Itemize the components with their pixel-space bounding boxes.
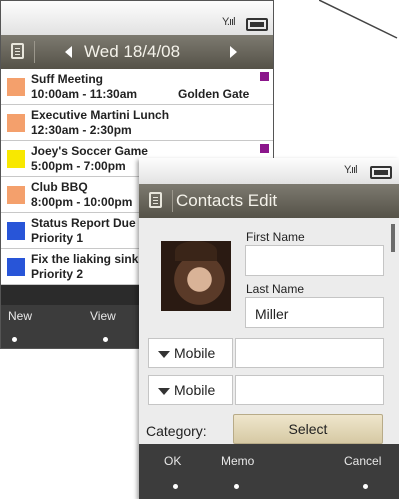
event-title: Club BBQ — [31, 180, 88, 194]
softkey-dot — [363, 484, 368, 489]
task-priority: Priority 2 — [31, 267, 84, 281]
softkey-ok[interactable]: OK — [164, 454, 181, 468]
event-time: 12:30am - 2:30pm — [31, 123, 132, 137]
softkey-cancel[interactable]: Cancel — [344, 454, 381, 468]
menu-doc-icon[interactable] — [149, 192, 162, 208]
event-time: 10:00am - 11:30am — [31, 87, 138, 101]
task-color-swatch — [7, 258, 25, 276]
task-title: Fix the liaking sink — [31, 252, 139, 266]
event-color-swatch — [7, 114, 25, 132]
phone-type-label: Mobile — [174, 382, 216, 398]
phone-type-dropdown[interactable]: Mobile — [148, 338, 233, 368]
signal-icon: Y.ııl — [222, 16, 235, 28]
last-name-label: Last Name — [246, 282, 305, 296]
contacts-softkey-bar: OK Memo Cancel — [139, 444, 399, 499]
status-bar: Y.ııl — [1, 1, 273, 35]
softkey-memo[interactable]: Memo — [221, 454, 254, 468]
softkey-new[interactable]: New — [8, 309, 32, 323]
battery-icon — [370, 166, 392, 179]
next-day-arrow-icon[interactable] — [230, 46, 237, 58]
event-color-swatch — [7, 78, 25, 96]
first-name-field[interactable] — [245, 245, 384, 276]
screen-title: Contacts Edit — [176, 191, 278, 210]
scrollbar[interactable] — [391, 224, 395, 252]
contacts-nav-bar: Contacts Edit — [139, 184, 399, 218]
task-title: Status Report Due — [31, 216, 136, 230]
category-label: Category: — [146, 423, 207, 439]
first-name-label: First Name — [246, 230, 305, 244]
event-color-swatch — [7, 186, 25, 204]
softkey-dot — [103, 337, 108, 342]
status-bar: Y.ııl — [139, 158, 399, 184]
event-location: Golden Gate — [178, 87, 250, 101]
task-color-swatch — [7, 222, 25, 240]
event-row[interactable]: Suff Meeting 10:00am - 11:30am Golden Ga… — [1, 69, 273, 105]
dropdown-arrow-icon — [158, 351, 170, 358]
last-name-field[interactable]: Miller — [245, 297, 384, 328]
calendar-date: Wed 18/4/08 — [84, 42, 181, 61]
event-flag-icon — [260, 144, 269, 153]
event-time: 5:00pm - 7:00pm — [31, 159, 126, 173]
signal-icon: Y.ııl — [344, 164, 357, 176]
event-flag-icon — [260, 72, 269, 81]
event-title: Suff Meeting — [31, 72, 103, 86]
dropdown-arrow-icon — [158, 388, 170, 395]
corner-divider-line — [319, 0, 398, 39]
calendar-nav-bar: Wed 18/4/08 — [1, 35, 273, 69]
nav-separator — [34, 41, 35, 63]
category-select-button[interactable]: Select — [233, 414, 383, 444]
prev-day-arrow-icon[interactable] — [65, 46, 72, 58]
contacts-edit-screen: Y.ııl Contacts Edit First Name Last Name… — [139, 158, 399, 499]
battery-icon — [246, 18, 268, 31]
event-color-swatch — [7, 150, 25, 168]
phone-number-field[interactable] — [235, 338, 384, 368]
task-priority: Priority 1 — [31, 231, 84, 245]
menu-doc-icon[interactable] — [11, 43, 24, 59]
contact-form: First Name Last Name Miller Mobile Mobil… — [139, 218, 399, 444]
event-time: 8:00pm - 10:00pm — [31, 195, 133, 209]
event-title: Joey's Soccer Game — [31, 144, 148, 158]
event-title: Executive Martini Lunch — [31, 108, 170, 122]
nav-separator — [172, 190, 173, 212]
phone-type-dropdown[interactable]: Mobile — [148, 375, 233, 405]
softkey-dot — [234, 484, 239, 489]
event-row[interactable]: Executive Martini Lunch 12:30am - 2:30pm — [1, 105, 273, 141]
phone-type-label: Mobile — [174, 345, 216, 361]
softkey-view[interactable]: View — [90, 309, 116, 323]
softkey-dot — [12, 337, 17, 342]
softkey-dot — [173, 484, 178, 489]
phone-number-field[interactable] — [235, 375, 384, 405]
contact-photo[interactable] — [161, 241, 231, 311]
